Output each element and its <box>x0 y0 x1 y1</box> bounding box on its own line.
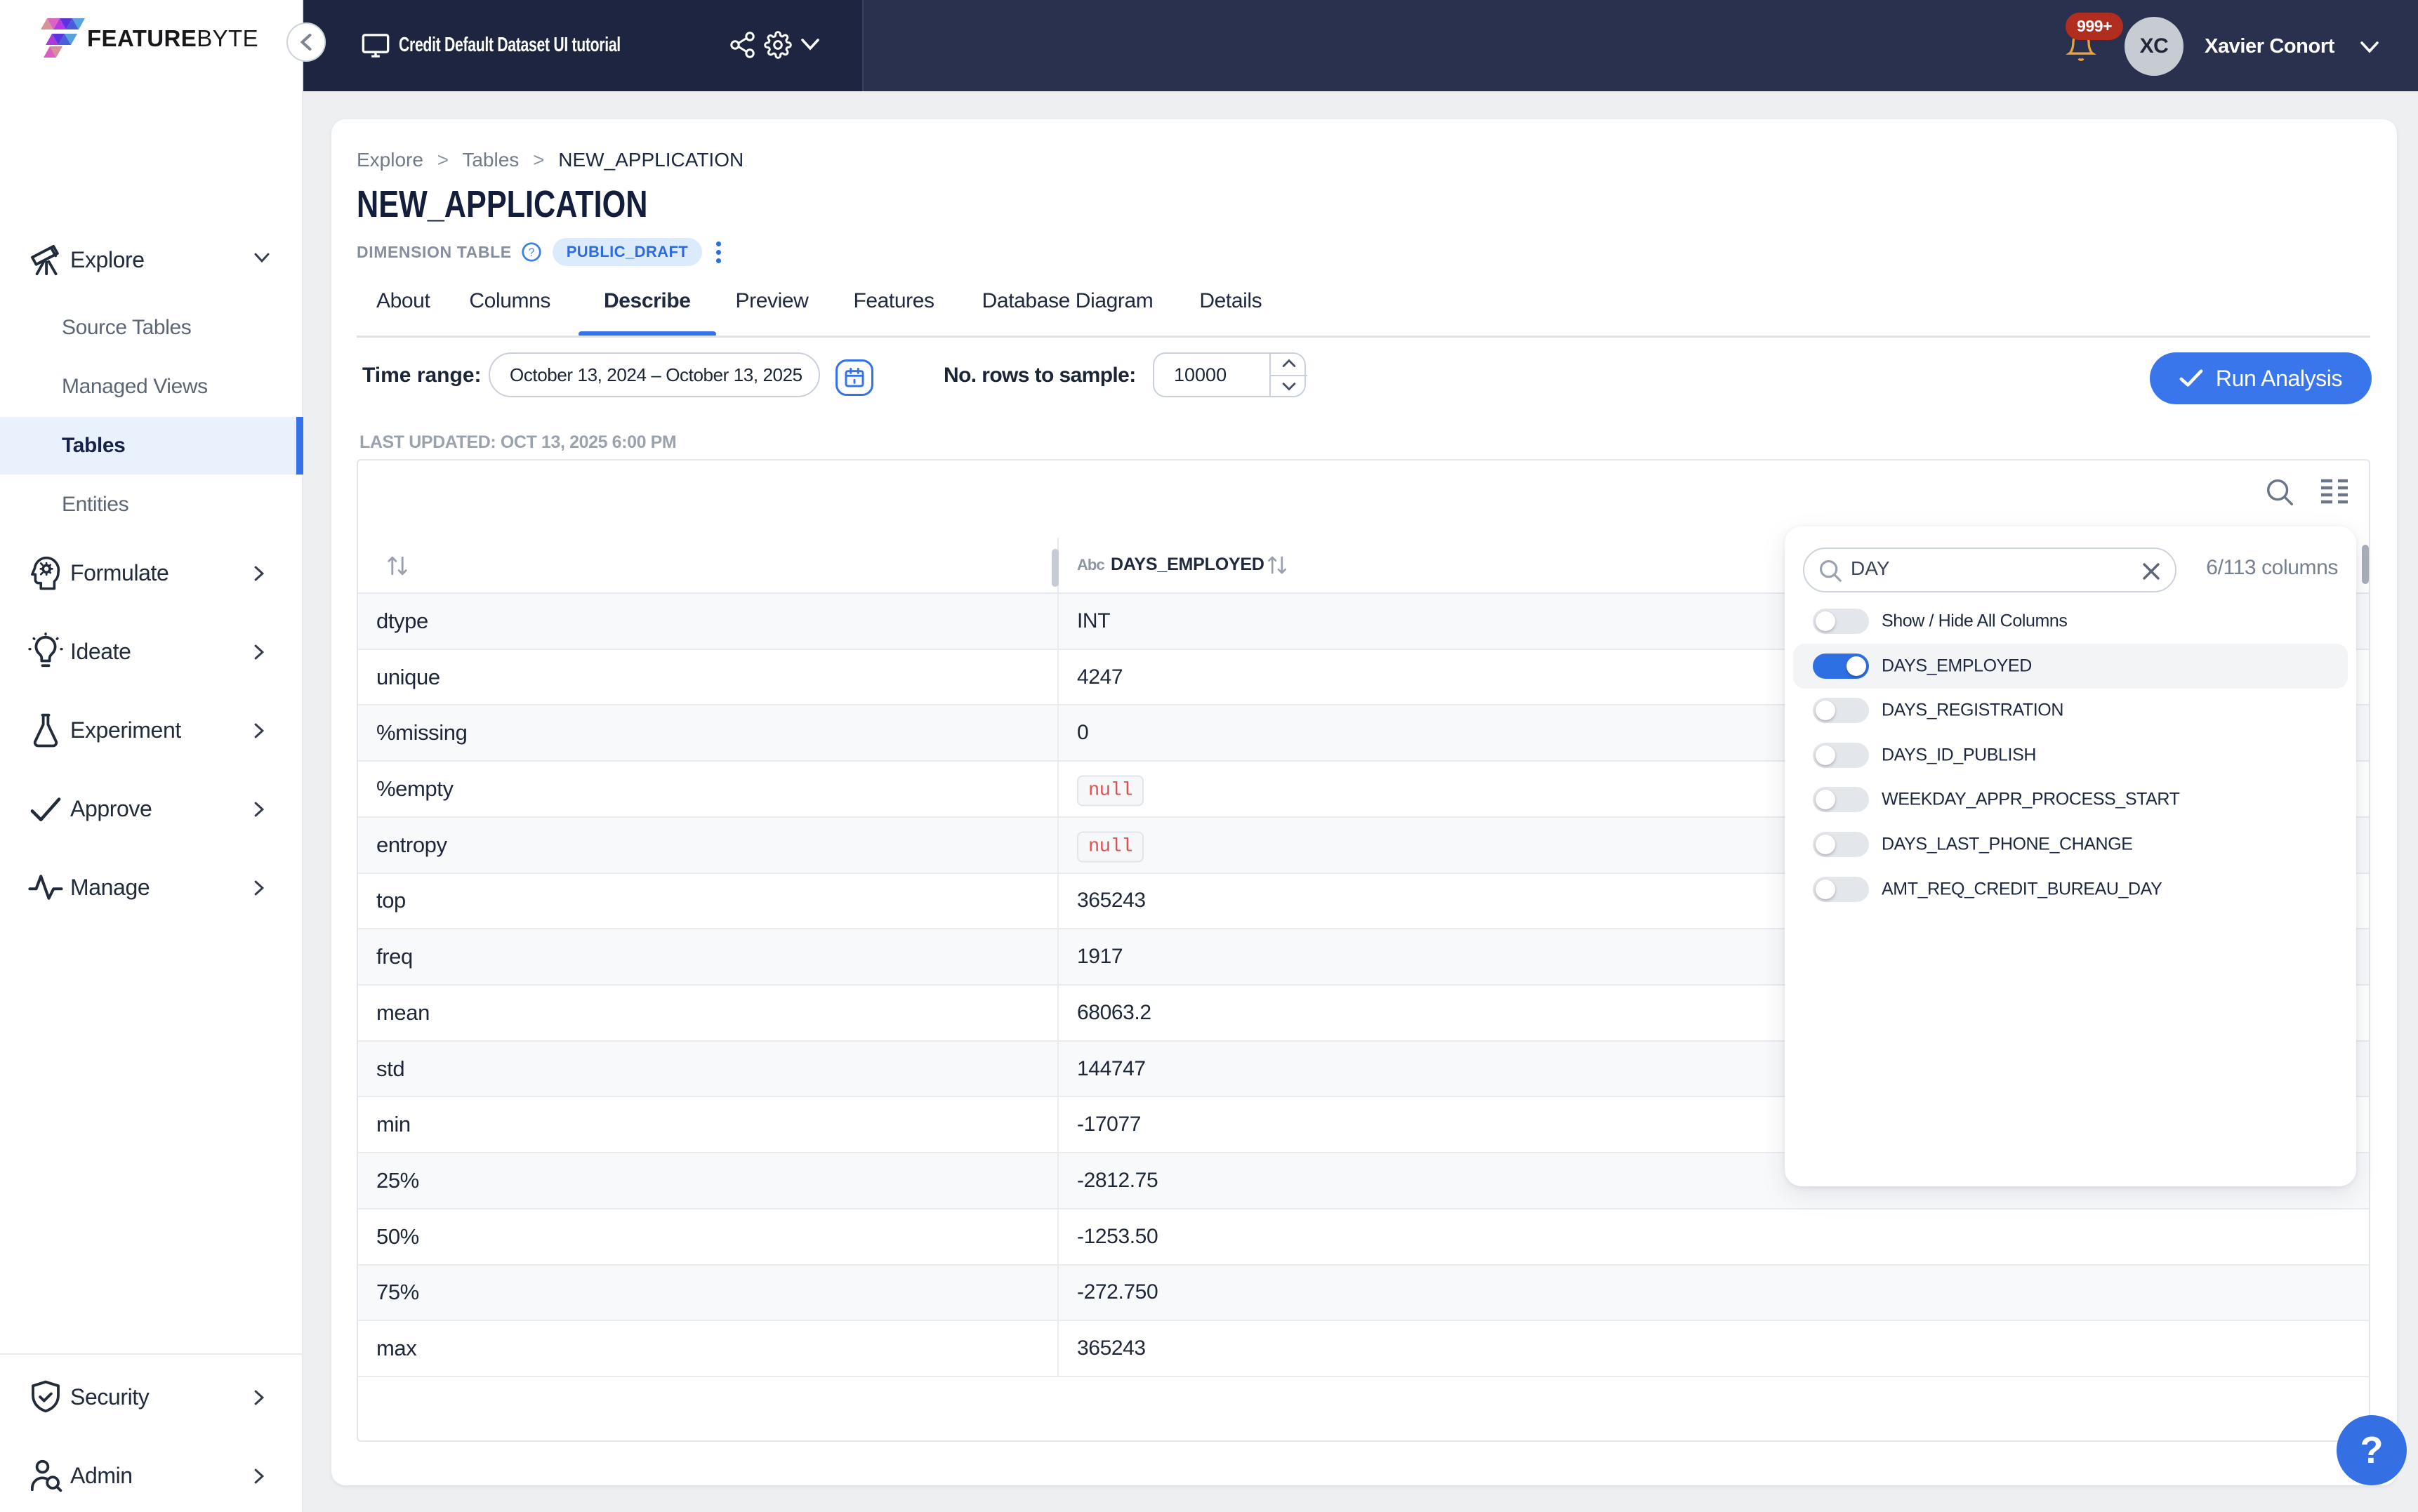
svg-text:?: ? <box>528 247 534 259</box>
